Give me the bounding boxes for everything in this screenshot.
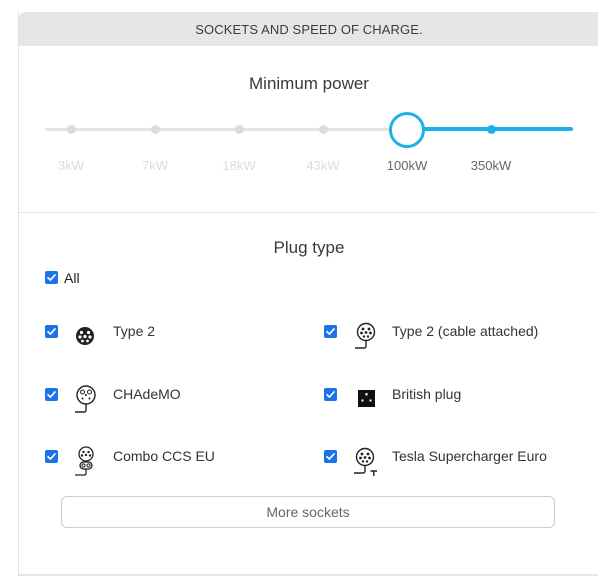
slider-stop-43kw[interactable] [318, 125, 328, 134]
power-label-43kw[interactable]: 43kW [293, 158, 353, 173]
checkmark-icon [326, 391, 335, 398]
plug-option-tesla-supercharger[interactable]: Tesla Supercharger Euro [324, 445, 574, 479]
british-plug-icon [358, 390, 375, 407]
power-label-3kw[interactable]: 3kW [41, 158, 101, 173]
plug-label: CHAdeMO [113, 386, 181, 402]
plug-checkbox[interactable] [324, 388, 337, 401]
checkmark-icon [326, 453, 335, 460]
plug-label: Combo CCS EU [113, 448, 215, 464]
power-label-100kw[interactable]: 100kW [377, 158, 437, 173]
power-label-7kw[interactable]: 7kW [125, 158, 185, 173]
power-slider[interactable] [45, 112, 573, 148]
plug-option-ccs-combo[interactable]: Combo CCS EU [45, 445, 295, 479]
sockets-filter-panel: SOCKETS AND SPEED OF CHARGE. Minimum pow… [18, 12, 598, 576]
section-divider [19, 212, 598, 213]
slider-stop-18kw[interactable] [234, 125, 244, 134]
plug-option-chademo[interactable]: CHAdeMO [45, 383, 295, 417]
plug-label: Tesla Supercharger Euro [392, 448, 547, 464]
all-plugs-checkbox[interactable] [45, 271, 58, 284]
plug-option-british[interactable]: British plug [324, 383, 574, 417]
plug-label: Type 2 [113, 323, 156, 339]
slider-handle[interactable] [389, 112, 425, 148]
checkmark-icon [47, 391, 56, 398]
more-sockets-button[interactable]: More sockets [61, 496, 555, 528]
plug-checkbox[interactable] [45, 388, 58, 401]
plug-checkbox[interactable] [45, 325, 58, 338]
checkmark-icon [47, 274, 56, 281]
power-label-350kw[interactable]: 350kW [461, 158, 521, 173]
chademo-plug-icon [75, 385, 96, 413]
all-plugs-label: All [64, 270, 80, 286]
slider-stop-7kw[interactable] [150, 125, 160, 134]
plug-option-type2[interactable]: Type 2 [45, 320, 295, 354]
section-header: SOCKETS AND SPEED OF CHARGE. [19, 12, 598, 46]
slider-stop-3kw[interactable] [66, 125, 76, 134]
ccs-combo-icon [75, 446, 94, 476]
checkmark-icon [326, 328, 335, 335]
plug-label: Type 2 (cable attached) [392, 323, 539, 339]
plug-checkbox[interactable] [324, 325, 337, 338]
type2-socket-icon [76, 327, 94, 345]
plug-option-type2-cable[interactable]: Type 2 (cable attached) [324, 320, 574, 354]
power-label-18kw[interactable]: 18kW [209, 158, 269, 173]
plug-label: British plug [392, 386, 462, 402]
plug-type-title: Plug type [273, 238, 345, 257]
section-header-title: SOCKETS AND SPEED OF CHARGE. [195, 21, 423, 37]
plug-checkbox[interactable] [324, 450, 337, 463]
minimum-power-title: Minimum power [249, 74, 369, 93]
plug-checkbox[interactable] [45, 450, 58, 463]
type2-cable-icon [355, 322, 376, 349]
checkmark-icon [47, 453, 56, 460]
slider-stop-350kw[interactable] [486, 125, 496, 134]
tesla-supercharger-icon [354, 447, 377, 476]
checkmark-icon [47, 328, 56, 335]
